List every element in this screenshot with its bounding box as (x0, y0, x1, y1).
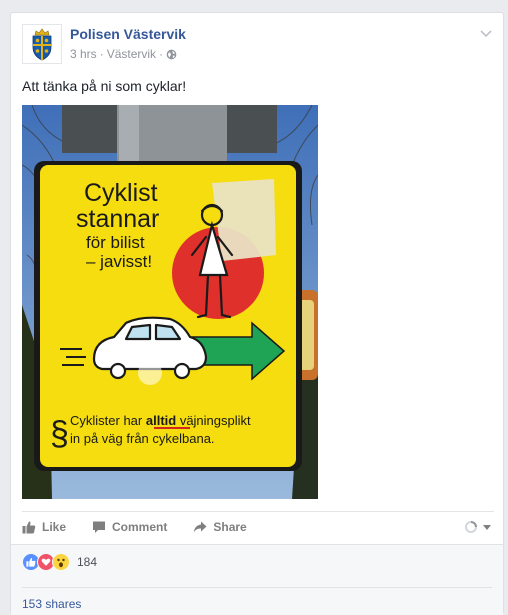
road-sign-photo: Cyklist stannar för bilist – javisst! § … (22, 105, 318, 499)
comment-button[interactable]: Comment (92, 520, 167, 534)
police-crest-icon (23, 25, 61, 63)
comment-icon (93, 521, 106, 533)
sign-line-2: stannar (76, 205, 159, 233)
sign-footnote-1c: väjningsplikt (176, 413, 251, 428)
post-timestamp[interactable]: 3 hrs (70, 47, 97, 61)
share-button[interactable]: Share (193, 519, 247, 534)
sign-line-3: för bilist (86, 233, 145, 252)
like-button[interactable]: Like (22, 520, 66, 534)
globe-icon[interactable] (166, 49, 177, 60)
sign-footnote-1b: alltid (146, 413, 176, 428)
thumbs-up-icon (22, 520, 36, 533)
post-action-bar: Like Comment Share (22, 511, 494, 541)
reaction-count: 184 (77, 555, 98, 569)
share-label: Share (213, 519, 247, 534)
caret-down-icon (483, 524, 491, 530)
comment-label: Comment (112, 519, 168, 534)
share-arrow-icon (194, 521, 207, 532)
sign-footnote-1a: Cyklister har (70, 413, 146, 428)
post-meta: 3 hrs · Västervik · (70, 47, 177, 61)
shares-link[interactable]: 153 shares (22, 597, 81, 611)
post-location[interactable]: Västervik (107, 47, 156, 61)
meta-separator: · (99, 47, 104, 61)
post-text: Att tänka på ni som cyklar! (22, 78, 187, 94)
meta-separator: · (159, 47, 164, 61)
audience-selector[interactable] (464, 520, 492, 534)
loading-spinner-icon (465, 520, 477, 533)
post-footer: 184 153 shares (11, 544, 503, 615)
reaction-summary[interactable]: 184 (22, 553, 97, 571)
footer-divider (22, 587, 492, 588)
wow-reaction-icon (52, 553, 70, 571)
post-photo[interactable]: Cyklist stannar för bilist – javisst! § … (22, 105, 318, 499)
svg-text:Cyklister har alltid väjningsp: Cyklister har alltid väjningsplikt (70, 413, 251, 428)
page-name-link[interactable]: Polisen Västervik (70, 26, 186, 42)
sign-line-4: – javisst! (86, 252, 152, 271)
sign-line-1: Cyklist (84, 179, 158, 207)
sign-footnote-2: in på väg från cykelbana. (70, 431, 215, 446)
sign-paragraph-symbol: § (50, 415, 69, 453)
post-options-chevron-icon[interactable] (479, 26, 493, 40)
like-label: Like (42, 519, 67, 534)
post-card: Polisen Västervik 3 hrs · Västervik · At… (10, 12, 504, 615)
page-avatar[interactable] (22, 24, 62, 64)
